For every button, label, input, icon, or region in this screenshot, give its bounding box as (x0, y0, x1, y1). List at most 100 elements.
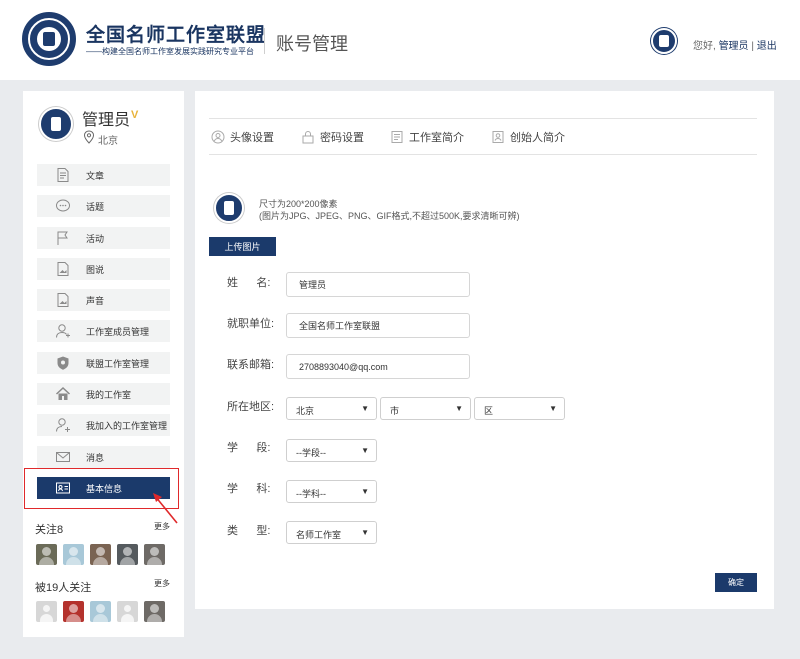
following-avatar[interactable] (117, 544, 138, 565)
audio-file-icon (57, 293, 69, 308)
tabs-bottom-divider (209, 154, 757, 155)
region-label: 所在地区: (227, 401, 275, 413)
sidebar-item-member-management[interactable]: 工作室成员管理 (37, 320, 170, 343)
username-link[interactable]: 管理员 (719, 41, 749, 52)
tab-founder-intro[interactable]: 创始人简介 (491, 129, 565, 145)
type-select[interactable]: 名师工作室 ▼ (286, 521, 377, 544)
sidebar-item-articles[interactable]: 文章 (37, 164, 170, 186)
following-avatar[interactable] (63, 544, 84, 565)
sidebar-item-my-studio[interactable]: 我的工作室 (37, 383, 170, 406)
following-avatars (36, 544, 165, 565)
tabs-top-divider (209, 118, 757, 119)
main-panel: 头像设置 密码设置 工作室简介 创始人简介 尺寸为200*200像素 (图片为J… (195, 91, 774, 609)
greeting: 您好, 管理员 | 退出 (693, 37, 777, 52)
name-label: 姓 名: (227, 277, 271, 289)
brand-subtitle: ——构建全国名师工作室发展实践研究专业平台 (86, 47, 254, 56)
unit-field[interactable] (286, 313, 470, 338)
upload-image-button[interactable]: 上传图片 (209, 237, 276, 256)
vip-badge-icon: V (131, 109, 139, 121)
email-field[interactable] (286, 354, 470, 379)
subject-select[interactable]: --学科-- ▼ (286, 480, 377, 503)
district-value: 区 (484, 406, 494, 416)
flag-icon (57, 231, 68, 245)
sidebar-item-label: 活动 (86, 233, 105, 244)
annotation-arrow-icon (153, 493, 178, 524)
follower-avatar[interactable] (90, 601, 111, 622)
tab-label: 头像设置 (230, 132, 274, 144)
province-value: 北京 (296, 406, 315, 416)
sidebar-menu: 文章 话题 活动 图说 声音 工作室成员管理 联盟工作室管理 我的工作室 我加入… (37, 164, 170, 508)
tab-avatar-settings[interactable]: 头像设置 (211, 129, 274, 145)
sidebar-item-events[interactable]: 活动 (37, 226, 170, 249)
unit-label: 就职单位: (227, 318, 275, 330)
sidebar-item-label: 声音 (86, 296, 105, 307)
follower-avatar[interactable] (36, 601, 57, 622)
followers-avatars (36, 601, 165, 622)
following-title: 关注8 (35, 524, 64, 536)
stage-select[interactable]: --学段-- ▼ (286, 439, 377, 462)
page-title: 账号管理 (276, 34, 348, 54)
chevron-down-icon: ▼ (455, 404, 463, 413)
district-select[interactable]: 区 ▼ (474, 397, 565, 420)
sidebar-item-alliance-management[interactable]: 联盟工作室管理 (37, 351, 170, 374)
tab-label: 创始人简介 (510, 132, 565, 144)
alliance-logo[interactable] (22, 12, 76, 66)
avatar-format-hint: (图片为JPG、JPEG、PNG、GIF格式,不超过500K,要求清晰可辨) (259, 211, 520, 221)
chevron-down-icon: ▼ (361, 487, 369, 496)
chat-bubble-icon (56, 199, 70, 212)
following-avatar[interactable] (144, 544, 165, 565)
user-add-icon (56, 418, 70, 433)
tab-label: 密码设置 (320, 132, 364, 144)
city-value: 市 (390, 406, 400, 416)
city-select[interactable]: 市 ▼ (380, 397, 471, 420)
greeting-prefix: 您好, (693, 41, 716, 52)
greeting-separator: | (751, 41, 754, 52)
book-icon (391, 131, 403, 143)
following-avatar[interactable] (36, 544, 57, 565)
location-pin-icon (83, 130, 95, 144)
mail-icon (56, 451, 70, 462)
home-icon (55, 387, 71, 401)
sidebar-item-messages[interactable]: 消息 (37, 445, 170, 468)
tab-studio-intro[interactable]: 工作室简介 (390, 129, 464, 145)
confirm-button[interactable]: 确定 (715, 573, 757, 592)
sidebar-item-label: 联盟工作室管理 (86, 358, 150, 369)
logout-link[interactable]: 退出 (757, 41, 777, 52)
sidebar-item-label: 图说 (86, 264, 105, 275)
type-label: 类 型: (227, 525, 271, 537)
subject-label: 学 科: (227, 483, 271, 495)
following-avatar[interactable] (90, 544, 111, 565)
followers-more-link[interactable]: 更多 (154, 578, 170, 589)
header-avatar[interactable] (651, 28, 677, 54)
follower-avatar[interactable] (117, 601, 138, 622)
email-label: 联系邮箱: (227, 359, 275, 371)
follower-avatar[interactable] (144, 601, 165, 622)
sidebar-item-topics[interactable]: 话题 (37, 195, 170, 218)
user-icon (56, 324, 70, 339)
chevron-down-icon: ▼ (361, 446, 369, 455)
sidebar-item-label: 文章 (86, 171, 105, 181)
sidebar-item-pictures[interactable]: 图说 (37, 257, 170, 280)
lock-icon (302, 131, 314, 144)
sidebar-item-label: 我的工作室 (86, 390, 132, 401)
header-divider (264, 28, 265, 54)
sidebar-item-joined-studios[interactable]: 我加入的工作室管理 (37, 414, 170, 437)
sidebar-item-audio[interactable]: 声音 (37, 289, 170, 312)
name-field[interactable] (286, 272, 470, 297)
profile-name: 管理员 (82, 112, 131, 129)
province-select[interactable]: 北京 ▼ (286, 397, 377, 420)
image-icon (57, 261, 69, 276)
top-header: 全国名师工作室联盟 ——构建全国名师工作室发展实践研究专业平台 账号管理 您好,… (0, 0, 800, 80)
followers-title: 被19人关注 (35, 582, 92, 594)
subject-value: --学科-- (296, 489, 326, 499)
sidebar: 管理员 V 北京 文章 话题 活动 图说 声音 工作室成员管理 联盟工作室管理 … (23, 91, 184, 637)
sidebar-item-label: 我加入的工作室管理 (86, 421, 168, 432)
follower-avatar[interactable] (63, 601, 84, 622)
tab-label: 工作室简介 (409, 132, 464, 144)
profile-avatar[interactable] (39, 107, 73, 141)
shield-icon (57, 356, 69, 370)
tab-password-settings[interactable]: 密码设置 (301, 129, 364, 145)
stage-label: 学 段: (227, 442, 271, 454)
avatar-preview (214, 193, 244, 223)
chevron-down-icon: ▼ (549, 404, 557, 413)
